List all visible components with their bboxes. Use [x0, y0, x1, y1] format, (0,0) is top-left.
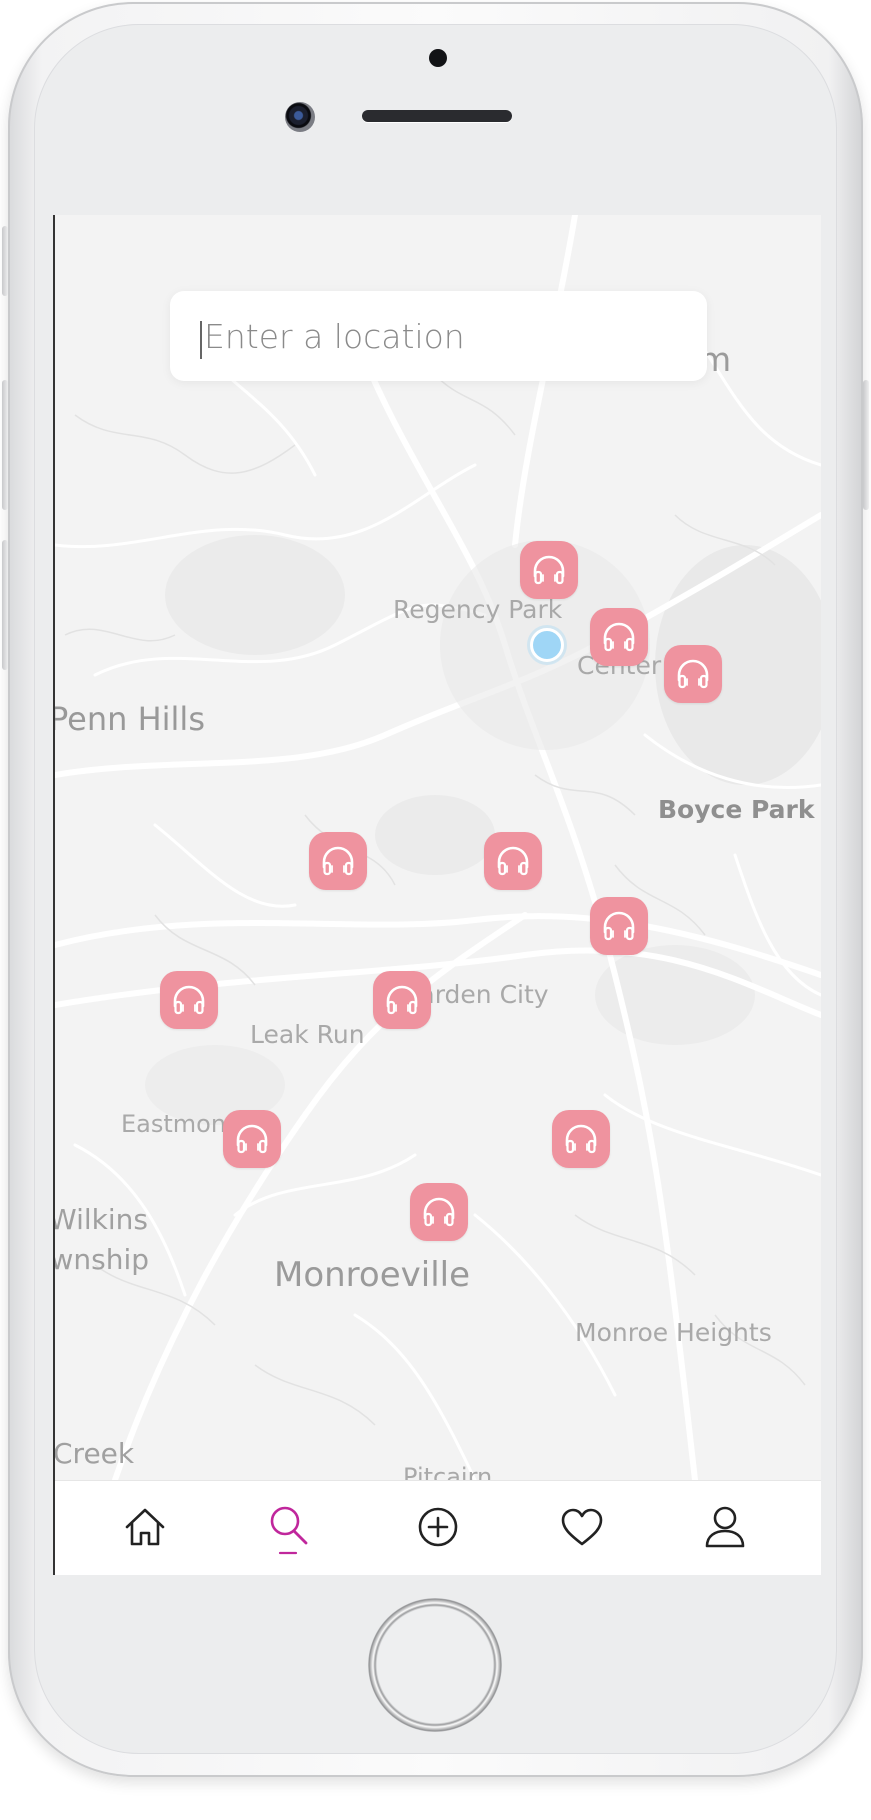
headphones-icon — [677, 659, 709, 689]
front-sensor — [429, 49, 447, 67]
map-view[interactable]: Plum Regency Park Center Penn Hills Boyc… — [55, 215, 821, 1480]
phone-power-button — [863, 380, 869, 510]
map-label-wilkins: Wilkins — [55, 1203, 148, 1236]
headphones-pin[interactable] — [309, 832, 367, 890]
headphones-pin[interactable] — [223, 1110, 281, 1168]
front-camera — [285, 102, 315, 132]
headphones-icon — [322, 846, 354, 876]
map-label-pitcairn: Pitcairn — [403, 1463, 493, 1480]
bottom-tab-bar — [55, 1480, 821, 1575]
headphones-icon — [497, 846, 529, 876]
location-search-bar[interactable] — [170, 291, 707, 381]
earpiece-speaker — [362, 110, 512, 122]
headphones-pin[interactable] — [552, 1110, 610, 1168]
app-screen: Plum Regency Park Center Penn Hills Boyc… — [53, 215, 821, 1575]
headphones-icon — [236, 1124, 268, 1154]
plus-circle-icon — [418, 1507, 458, 1547]
tab-add[interactable] — [408, 1497, 468, 1557]
headphones-pin[interactable] — [520, 541, 578, 599]
headphones-icon — [603, 622, 635, 652]
home-icon — [125, 1508, 165, 1546]
headphones-pin[interactable] — [410, 1183, 468, 1241]
phone-volume-down — [2, 540, 8, 670]
headphones-icon — [386, 985, 418, 1015]
map-label-regency-park: Regency Park — [393, 595, 563, 624]
headphones-icon — [173, 985, 205, 1015]
headphones-pin[interactable] — [160, 971, 218, 1029]
phone-volume-up — [2, 380, 8, 510]
headphones-icon — [533, 555, 565, 585]
map-label-leak-run: Leak Run — [250, 1020, 365, 1049]
tab-search[interactable] — [260, 1497, 320, 1557]
headphones-icon — [423, 1197, 455, 1227]
current-location-dot — [530, 628, 564, 662]
map-label-penn-hills: Penn Hills — [55, 700, 205, 738]
headphones-pin[interactable] — [373, 971, 431, 1029]
text-cursor — [200, 321, 202, 359]
location-search-input[interactable] — [204, 305, 684, 367]
map-label-township: Township — [55, 1243, 150, 1276]
headphones-pin[interactable] — [664, 645, 722, 703]
map-label-monroeville: Monroeville — [274, 1255, 471, 1295]
heart-icon — [561, 1508, 603, 1546]
headphones-icon — [565, 1124, 597, 1154]
map-label-boyce-park: Boyce Park — [658, 795, 815, 824]
headphones-pin[interactable] — [590, 608, 648, 666]
headphones-pin[interactable] — [590, 897, 648, 955]
tab-profile[interactable] — [695, 1497, 755, 1557]
map-label-eastmont: Eastmont — [121, 1110, 236, 1138]
user-icon — [705, 1506, 745, 1548]
map-label-monroe-heights: Monroe Heights — [575, 1318, 772, 1347]
search-icon — [270, 1506, 308, 1555]
map-label-creek: Creek — [55, 1437, 135, 1470]
tab-favorites[interactable] — [552, 1497, 612, 1557]
phone-side-button — [2, 226, 8, 296]
headphones-pin[interactable] — [484, 832, 542, 890]
home-button[interactable] — [368, 1598, 502, 1732]
tab-home[interactable] — [115, 1497, 175, 1557]
headphones-icon — [603, 911, 635, 941]
